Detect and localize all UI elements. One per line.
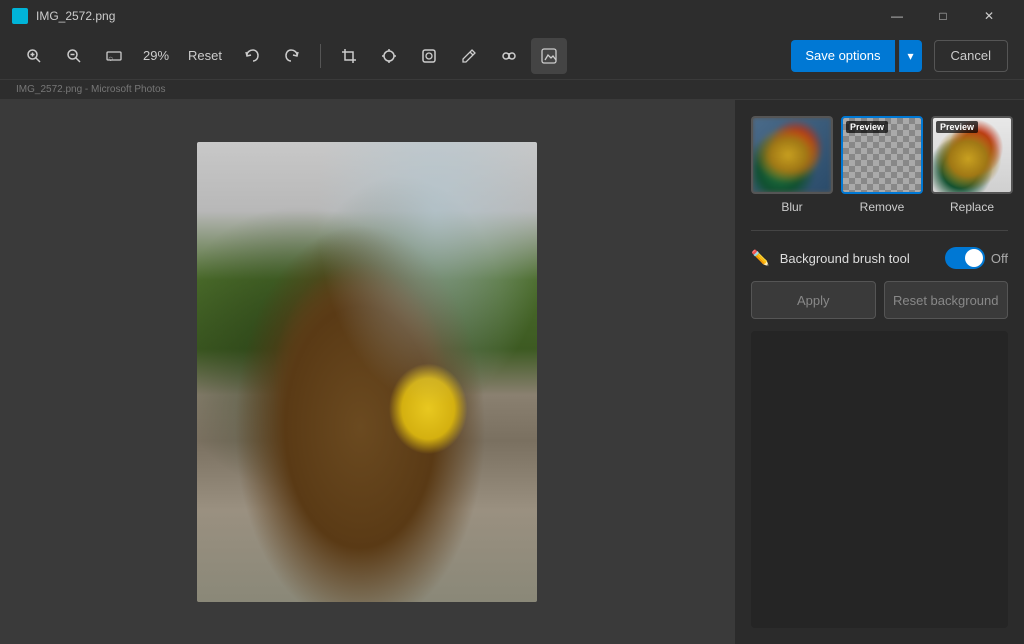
background-options: Blur Preview Remove Preview Replace xyxy=(751,116,1008,214)
window-title: IMG_2572.png xyxy=(36,9,866,23)
remove-preview-badge: Preview xyxy=(846,121,888,133)
status-strip: IMG_2572.png - Microsoft Photos xyxy=(0,80,1024,100)
crop-button[interactable] xyxy=(331,38,367,74)
panel-bottom-area xyxy=(751,331,1008,628)
save-options-arrow-button[interactable]: ▾ xyxy=(899,40,922,72)
dog-overlay xyxy=(197,142,537,602)
status-text: IMG_2572.png - Microsoft Photos xyxy=(16,84,166,95)
image-container xyxy=(197,142,537,602)
bg-label-remove: Remove xyxy=(860,200,905,214)
draw-button[interactable] xyxy=(451,38,487,74)
erase-button[interactable] xyxy=(491,38,527,74)
app-icon xyxy=(12,8,28,24)
adjust-button[interactable] xyxy=(371,38,407,74)
replace-preview-badge: Preview xyxy=(936,121,978,133)
minimize-button[interactable]: — xyxy=(874,0,920,32)
toggle-container[interactable]: Off xyxy=(945,247,1008,269)
bg-label-replace: Replace xyxy=(950,200,994,214)
action-buttons: Apply Reset background xyxy=(751,281,1008,319)
brush-icon: ✏️ xyxy=(751,249,770,267)
reset-background-button[interactable]: Reset background xyxy=(884,281,1009,319)
toggle-switch[interactable] xyxy=(945,247,985,269)
apply-button[interactable]: Apply xyxy=(751,281,876,319)
zoom-out-button[interactable] xyxy=(56,38,92,74)
canvas-area[interactable] xyxy=(0,100,734,644)
right-panel: Blur Preview Remove Preview Replace xyxy=(734,100,1024,644)
toolbar: ⬡ 29% Reset Save options ▾ Cancel xyxy=(0,32,1024,80)
cancel-button[interactable]: Cancel xyxy=(934,40,1008,72)
toggle-off-label: Off xyxy=(991,251,1008,266)
window-controls: — □ ✕ xyxy=(874,0,1012,32)
save-options-button[interactable]: Save options xyxy=(791,40,894,72)
close-button[interactable]: ✕ xyxy=(966,0,1012,32)
bg-option-replace[interactable]: Preview Replace xyxy=(931,116,1013,214)
title-bar: IMG_2572.png — □ ✕ xyxy=(0,0,1024,32)
bg-label-blur: Blur xyxy=(781,200,802,214)
undo-button[interactable] xyxy=(234,38,270,74)
zoom-level: 29% xyxy=(136,48,176,63)
brush-tool-row: ✏️ Background brush tool Off xyxy=(751,247,1008,269)
bg-thumb-remove: Preview xyxy=(841,116,923,194)
svg-text:⬡: ⬡ xyxy=(109,56,113,62)
bg-option-remove[interactable]: Preview Remove xyxy=(841,116,923,214)
maximize-button[interactable]: □ xyxy=(920,0,966,32)
background-button[interactable] xyxy=(531,38,567,74)
brush-tool-label: Background brush tool xyxy=(780,251,935,266)
panel-divider-1 xyxy=(751,230,1008,231)
filter-button[interactable] xyxy=(411,38,447,74)
redo-button[interactable] xyxy=(274,38,310,74)
dog-image xyxy=(197,142,537,602)
fit-view-button[interactable]: ⬡ xyxy=(96,38,132,74)
bg-thumb-replace: Preview xyxy=(931,116,1013,194)
reset-button[interactable]: Reset xyxy=(180,44,230,67)
toolbar-divider-1 xyxy=(320,44,321,68)
zoom-in-button[interactable] xyxy=(16,38,52,74)
blur-preview-image xyxy=(753,118,831,192)
bg-option-blur[interactable]: Blur xyxy=(751,116,833,214)
bg-thumb-blur xyxy=(751,116,833,194)
main-area: Blur Preview Remove Preview Replace xyxy=(0,100,1024,644)
